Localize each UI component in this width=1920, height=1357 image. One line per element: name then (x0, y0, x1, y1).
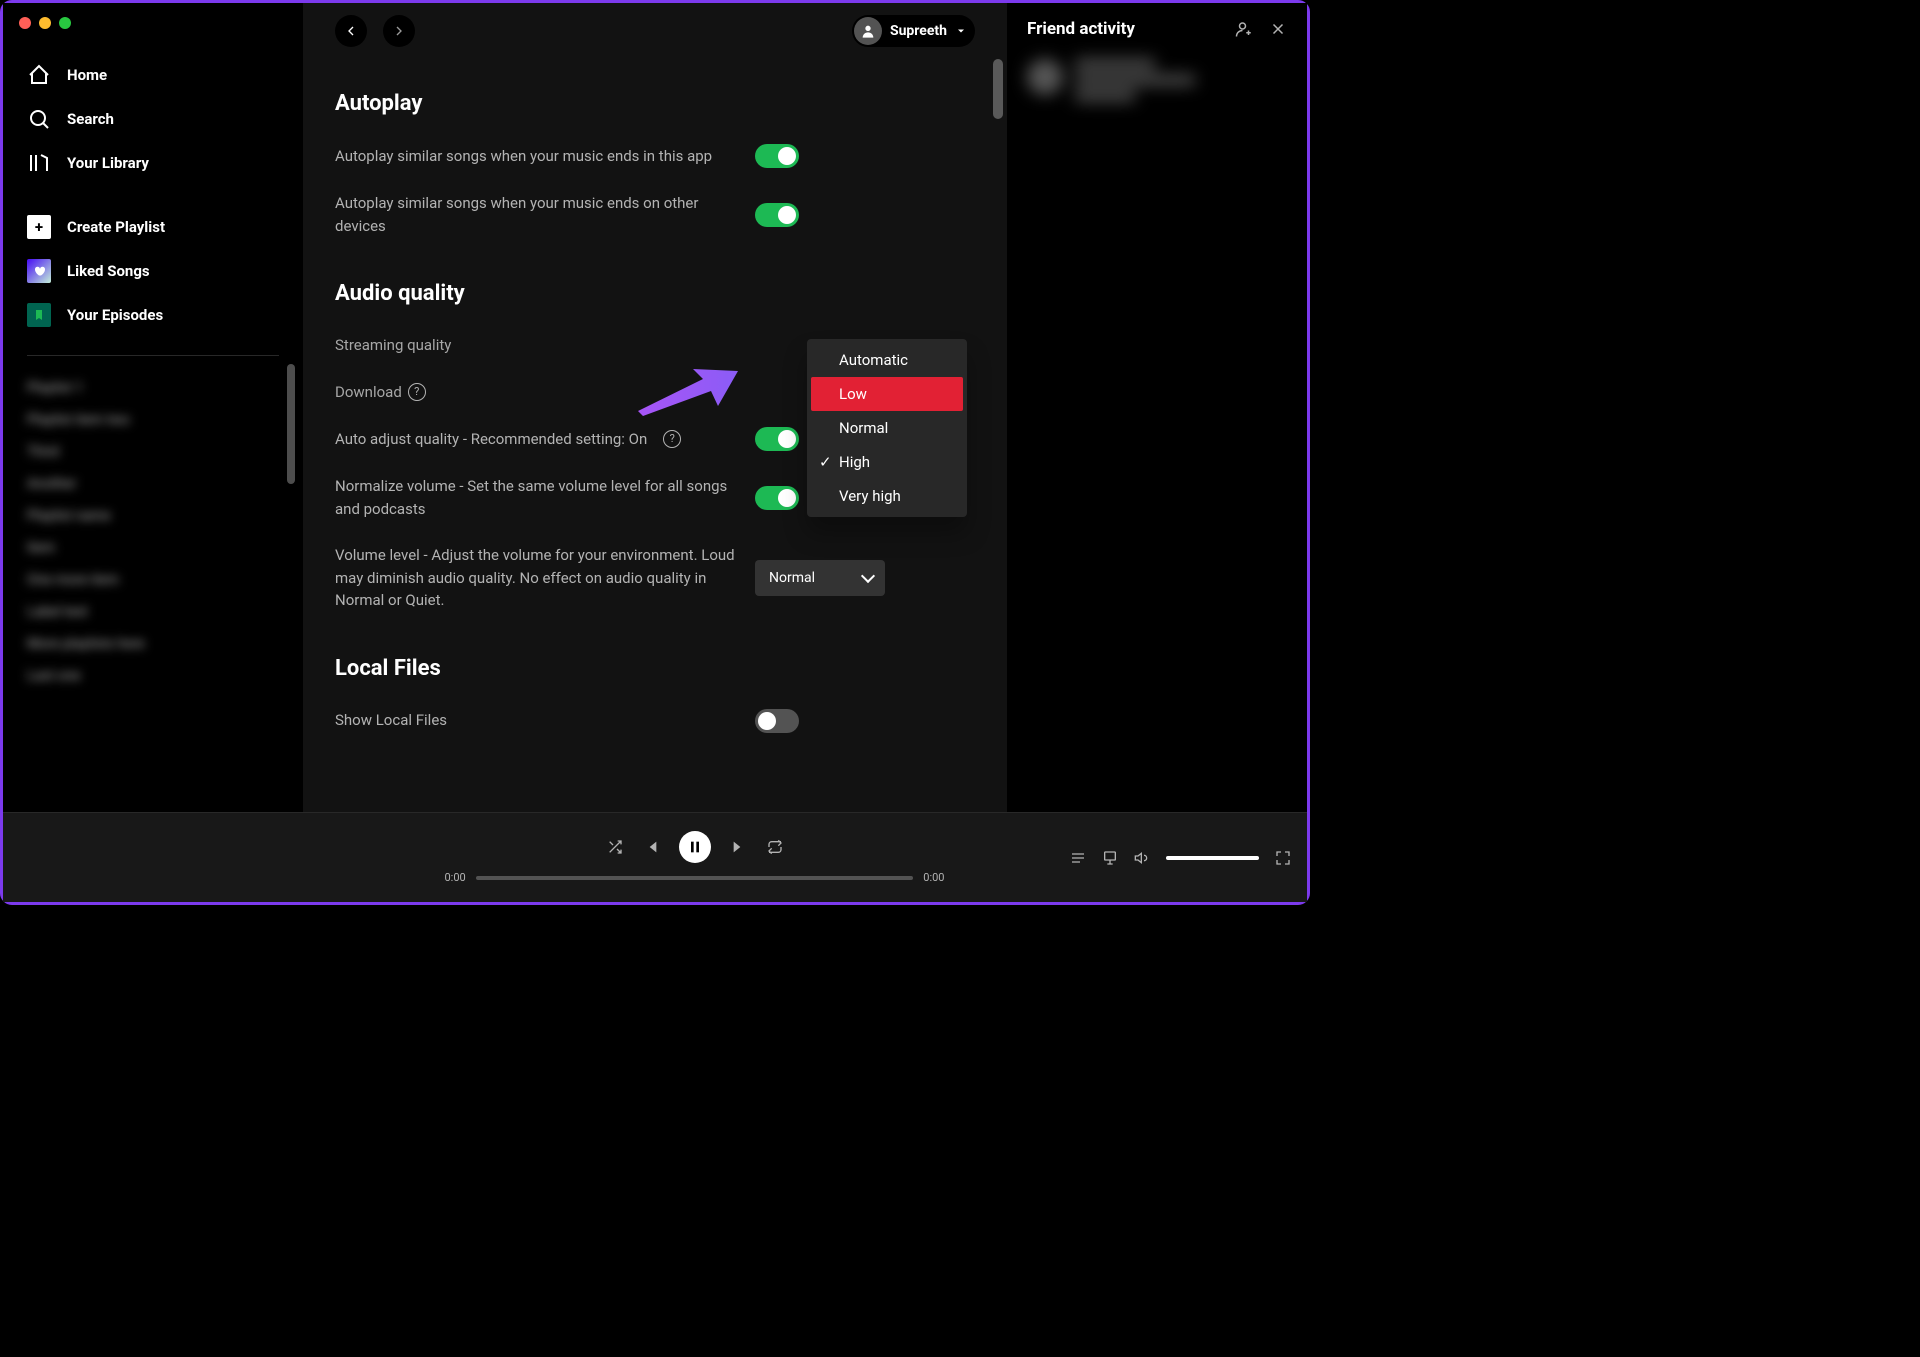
autoplay-devices-label: Autoplay similar songs when your music e… (335, 192, 735, 237)
maximize-window[interactable] (59, 17, 71, 29)
sidebar-search-label: Search (67, 110, 114, 128)
chevron-down-icon (955, 25, 967, 37)
shuffle-button[interactable] (607, 839, 623, 855)
bookmark-icon (27, 303, 51, 327)
heart-icon (27, 259, 51, 283)
normalize-label: Normalize volume - Set the same volume l… (335, 475, 735, 520)
settings-panel: Autoplay Autoplay similar songs when you… (303, 59, 1007, 812)
next-button[interactable] (731, 839, 747, 855)
autoplay-app-toggle[interactable] (755, 144, 799, 168)
sidebar-scrollbar[interactable] (287, 364, 295, 484)
streaming-quality-label: Streaming quality (335, 334, 735, 357)
time-current: 0:00 (445, 871, 466, 884)
auto-adjust-label: Auto adjust quality - Recommended settin… (335, 428, 647, 451)
show-local-files-toggle[interactable] (755, 709, 799, 733)
playlist-item[interactable]: Playlist item two (27, 404, 279, 436)
sidebar-search[interactable]: Search (27, 97, 279, 141)
sidebar-home[interactable]: Home (27, 53, 279, 97)
playlist-item[interactable]: Playlist 1 (27, 372, 279, 404)
user-name-label: Supreeth (890, 23, 947, 39)
your-episodes-label: Your Episodes (67, 306, 163, 324)
show-local-files-label: Show Local Files (335, 709, 735, 732)
main-scrollbar[interactable] (993, 59, 1003, 119)
close-window[interactable] (19, 17, 31, 29)
volume-icon[interactable] (1134, 850, 1150, 866)
dropdown-option-normal[interactable]: Normal (811, 411, 963, 445)
plus-icon: + (27, 215, 51, 239)
volume-slider[interactable] (1166, 856, 1259, 860)
friend-activity-panel: Friend activity (1007, 3, 1307, 812)
sidebar: Home Search Your Library + Create Playli… (3, 3, 303, 812)
library-icon (27, 151, 51, 175)
sidebar-library-label: Your Library (67, 154, 149, 172)
topbar: Supreeth (303, 3, 1007, 59)
dropdown-option-veryhigh[interactable]: Very high (811, 479, 963, 513)
play-pause-button[interactable] (679, 831, 711, 863)
autoplay-title: Autoplay (335, 91, 975, 116)
friend-activity-title: Friend activity (1027, 19, 1135, 39)
autoplay-app-label: Autoplay similar songs when your music e… (335, 145, 735, 168)
dropdown-option-high[interactable]: High (811, 445, 963, 479)
window-controls (19, 17, 71, 29)
progress-bar[interactable] (476, 876, 914, 880)
fullscreen-button[interactable] (1275, 850, 1291, 866)
time-total: 0:00 (923, 871, 944, 884)
dropdown-option-automatic[interactable]: Automatic (811, 343, 963, 377)
playlist-item[interactable]: One more item (27, 564, 279, 596)
sidebar-divider (27, 355, 279, 356)
help-icon[interactable]: ? (663, 430, 681, 448)
playlist-item[interactable]: Playlist name (27, 500, 279, 532)
repeat-button[interactable] (767, 839, 783, 855)
local-files-section: Local Files Show Local Files (335, 656, 975, 745)
volume-level-select[interactable]: Normal (755, 560, 885, 596)
liked-songs-label: Liked Songs (67, 262, 150, 280)
playlist-list: Playlist 1 Playlist item two Third Anoth… (11, 364, 295, 812)
dropdown-option-low[interactable]: Low (811, 377, 963, 411)
autoplay-section: Autoplay Autoplay similar songs when you… (335, 91, 975, 249)
close-panel-icon[interactable] (1269, 20, 1287, 38)
normalize-toggle[interactable] (755, 486, 799, 510)
friend-avatar (1027, 59, 1063, 95)
playlist-item[interactable]: Item (27, 532, 279, 564)
friend-activity-item[interactable] (1027, 59, 1287, 107)
player-bar: 0:00 0:00 (3, 812, 1307, 902)
download-label: Download (335, 381, 402, 404)
volume-level-label: Volume level - Adjust the volume for you… (335, 544, 735, 612)
quality-dropdown: Automatic Low Normal High Very high (807, 339, 967, 517)
nav-forward-button[interactable] (383, 15, 415, 47)
liked-songs[interactable]: Liked Songs (27, 249, 279, 293)
local-files-title: Local Files (335, 656, 975, 681)
search-icon (27, 107, 51, 131)
help-icon[interactable]: ? (408, 383, 426, 401)
autoplay-devices-toggle[interactable] (755, 203, 799, 227)
user-menu[interactable]: Supreeth (852, 15, 975, 47)
nav-back-button[interactable] (335, 15, 367, 47)
sidebar-library[interactable]: Your Library (27, 141, 279, 185)
audio-quality-title: Audio quality (335, 281, 975, 306)
previous-button[interactable] (643, 839, 659, 855)
devices-button[interactable] (1102, 850, 1118, 866)
playlist-item[interactable]: Label text (27, 596, 279, 628)
main-content: Supreeth Autoplay Autoplay similar songs… (303, 3, 1007, 812)
playlist-item[interactable]: Last one (27, 660, 279, 692)
home-icon (27, 63, 51, 87)
your-episodes[interactable]: Your Episodes (27, 293, 279, 337)
queue-button[interactable] (1070, 850, 1086, 866)
playlist-item[interactable]: Another (27, 468, 279, 500)
minimize-window[interactable] (39, 17, 51, 29)
create-playlist[interactable]: + Create Playlist (27, 205, 279, 249)
auto-adjust-toggle[interactable] (755, 427, 799, 451)
add-friend-icon[interactable] (1235, 20, 1253, 38)
sidebar-home-label: Home (67, 66, 107, 84)
create-playlist-label: Create Playlist (67, 218, 165, 236)
playlist-item[interactable]: Third (27, 436, 279, 468)
user-avatar-icon (854, 17, 882, 45)
playlist-item[interactable]: More playlists here (27, 628, 279, 660)
